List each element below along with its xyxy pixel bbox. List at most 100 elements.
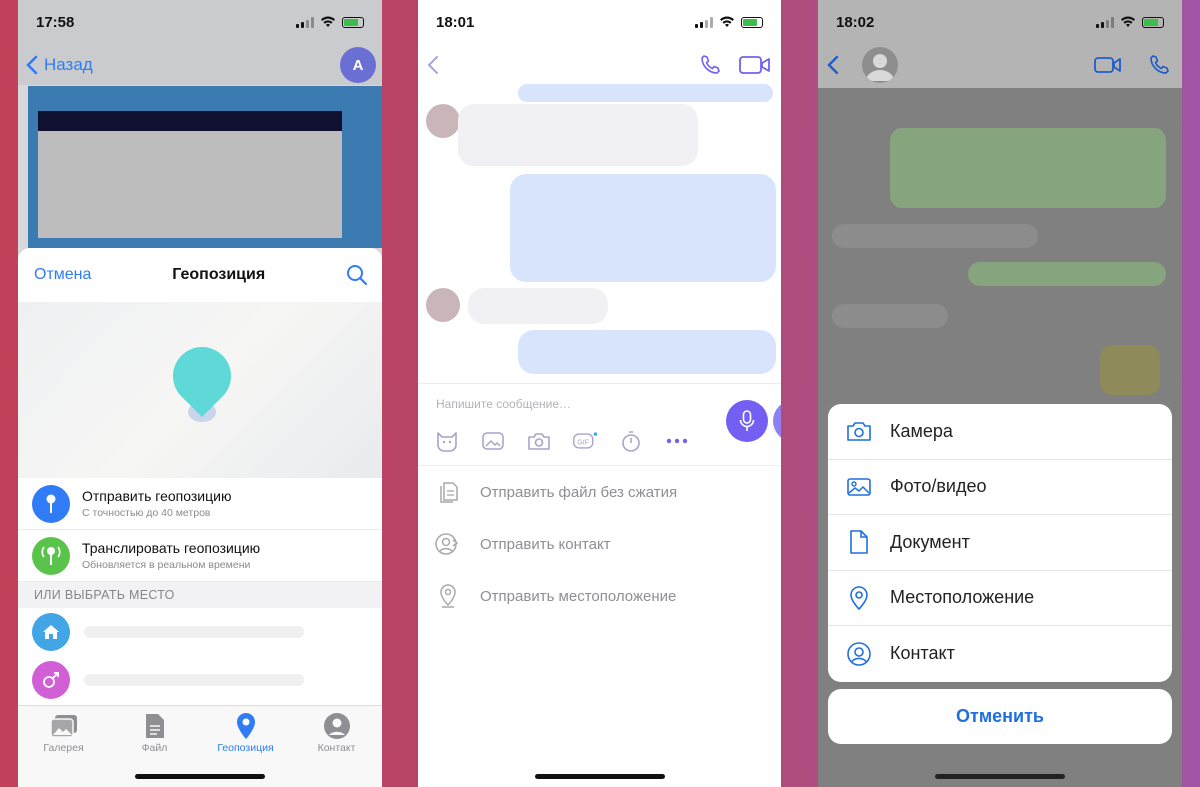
send-file-uncompressed-item[interactable]: Отправить файл без сжатия — [418, 466, 781, 518]
back-button[interactable]: Назад — [26, 55, 93, 75]
message-bubble-incoming[interactable] — [832, 304, 948, 328]
camera-icon — [846, 418, 872, 444]
message-bubble-outgoing[interactable] — [968, 262, 1166, 286]
live-location-icon — [32, 536, 70, 575]
sticker-icon[interactable] — [434, 428, 460, 454]
tab-file[interactable]: Файл — [115, 710, 195, 754]
document-icon — [846, 529, 872, 555]
photo-icon — [846, 474, 872, 500]
phone-viber: 18:01 Напишите сообщение… GIF Отправить … — [418, 0, 781, 787]
contact-avatar[interactable] — [862, 47, 898, 83]
chat-nav — [418, 44, 781, 86]
message-bubble-incoming[interactable] — [468, 288, 608, 324]
tab-location[interactable]: Геопозиция — [206, 710, 286, 754]
gif-label: GIF — [577, 439, 589, 446]
location-pin-icon — [434, 582, 462, 610]
home-indicator — [135, 774, 265, 779]
tab-contact[interactable]: Контакт — [297, 710, 377, 754]
status-time: 18:01 — [436, 13, 475, 31]
sheet-header: Отмена Геопозиция — [18, 248, 382, 302]
status-indicators — [1096, 16, 1164, 28]
location-pin-icon — [846, 585, 872, 611]
contact-item[interactable]: Контакт — [828, 626, 1172, 682]
send-location-row[interactable]: Отправить геопозицию С точностью до 40 м… — [18, 478, 382, 530]
wifi-icon — [1121, 16, 1135, 27]
location-pin-icon — [32, 484, 70, 523]
camera-icon[interactable] — [526, 428, 552, 454]
message-bubble-incoming[interactable] — [458, 104, 698, 166]
message-bubble-outgoing[interactable] — [518, 330, 776, 374]
send-contact-item[interactable]: Отправить контакт — [418, 518, 781, 570]
message-bubble-incoming[interactable] — [832, 224, 1038, 248]
file-icon — [144, 710, 166, 742]
camera-item[interactable]: Камера — [828, 404, 1172, 460]
sender-avatar[interactable] — [426, 104, 460, 138]
sheet-title: Геопозиция — [172, 266, 266, 283]
home-indicator — [534, 774, 665, 779]
status-indicators — [296, 16, 364, 28]
signal-icon — [296, 16, 314, 28]
battery-icon — [342, 16, 364, 28]
search-icon[interactable] — [346, 264, 368, 286]
video-call-icon[interactable] — [739, 54, 771, 76]
wifi-icon — [720, 16, 734, 27]
back-label: Назад — [44, 55, 93, 74]
message-input[interactable]: Напишите сообщение… — [436, 397, 571, 411]
gender-icon — [32, 661, 70, 699]
location-options: Отправить геопозицию С точностью до 40 м… — [18, 478, 382, 704]
voice-message-button[interactable] — [726, 400, 768, 442]
chat-nav: Назад — [18, 44, 382, 86]
send-location-item[interactable]: Отправить местоположение — [418, 570, 781, 622]
cancel-button[interactable]: Отменить — [828, 689, 1172, 744]
location-item[interactable]: Местоположение — [828, 571, 1172, 626]
phone-call-icon[interactable] — [1148, 54, 1170, 76]
microphone-icon — [739, 410, 755, 431]
home-icon — [32, 613, 70, 651]
wifi-icon — [321, 16, 335, 27]
gallery-icon[interactable] — [480, 428, 506, 454]
avatar-placeholder-icon — [866, 54, 894, 81]
phone-telegram: 17:58 Назад A Отмена Геопозиция Отправит… — [18, 0, 382, 787]
document-item[interactable]: Документ — [828, 515, 1172, 571]
battery-icon — [741, 16, 763, 28]
tab-gallery[interactable]: Галерея — [24, 710, 104, 754]
status-bar: 18:01 — [418, 0, 781, 44]
map-view[interactable] — [18, 302, 382, 478]
attachment-menu: Отправить файл без сжатия Отправить конт… — [418, 465, 781, 622]
gif-icon[interactable]: GIF — [572, 428, 598, 454]
message-bubble-outgoing[interactable] — [510, 174, 776, 282]
contact-share-icon — [434, 530, 462, 558]
chat-avatar[interactable]: A — [340, 47, 376, 83]
more-icon[interactable] — [664, 428, 690, 454]
chat-image-message[interactable] — [28, 86, 382, 248]
photo-video-item[interactable]: Фото/видео — [828, 460, 1172, 515]
send-location-title: Отправить геопозицию — [82, 488, 232, 504]
message-bubble-outgoing[interactable] — [890, 128, 1166, 208]
composer-toolbar: GIF — [434, 428, 690, 454]
live-location-subtitle: Обновляется в реальном времени — [82, 559, 251, 571]
contact-icon — [846, 641, 872, 667]
status-time: 17:58 — [36, 13, 75, 31]
cancel-button[interactable]: Отмена — [34, 266, 91, 284]
sender-avatar[interactable] — [426, 288, 460, 322]
sticker-message[interactable] — [1100, 345, 1160, 395]
attachment-action-sheet: Камера Фото/видео Документ Местоположени… — [828, 404, 1172, 682]
video-call-icon[interactable] — [1094, 55, 1122, 75]
live-location-row[interactable]: Транслировать геопозицию Обновляется в р… — [18, 530, 382, 582]
signal-icon — [1096, 16, 1114, 28]
contact-icon — [323, 710, 351, 742]
signal-icon — [695, 16, 713, 28]
phone-call-icon[interactable] — [699, 54, 721, 76]
status-bar: 18:02 — [818, 0, 1182, 44]
message-bubble-outgoing[interactable] — [518, 84, 773, 102]
location-pin-icon — [235, 710, 257, 742]
place-row[interactable] — [18, 608, 382, 656]
timer-icon[interactable] — [618, 428, 644, 454]
back-chevron-icon[interactable] — [426, 54, 440, 76]
send-location-subtitle: С точностью до 40 метров — [82, 507, 211, 519]
live-location-title: Транслировать геопозицию — [82, 540, 261, 556]
phone-whatsapp: 18:02 Камера Фото/видео Документ Местопо… — [818, 0, 1182, 787]
back-chevron-icon[interactable] — [826, 54, 840, 76]
home-indicator — [935, 774, 1065, 779]
place-row[interactable] — [18, 656, 382, 704]
